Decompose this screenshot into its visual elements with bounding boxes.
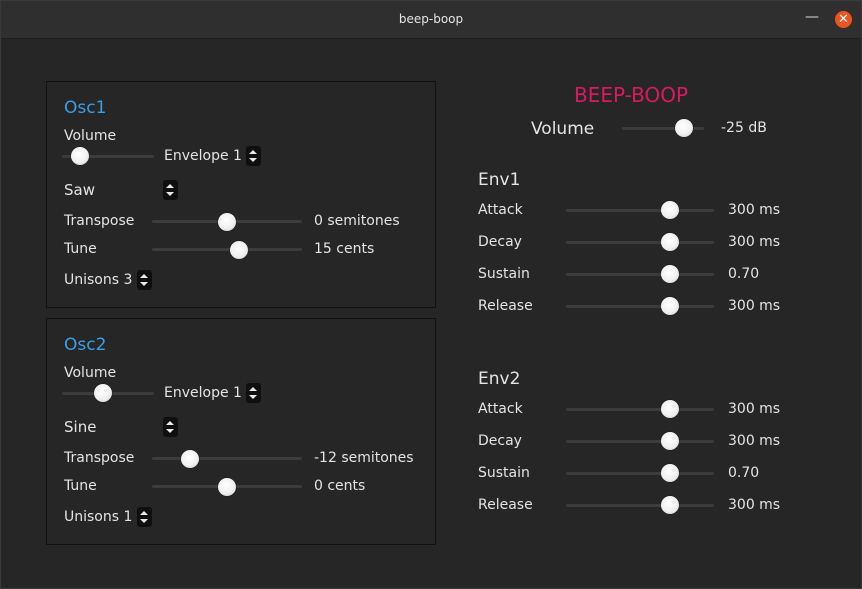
env2-sustain-slider[interactable] bbox=[660, 464, 679, 482]
arrow-up-icon bbox=[140, 511, 148, 515]
osc2-tune-slider[interactable] bbox=[218, 478, 236, 496]
arrow-down-icon bbox=[140, 282, 148, 286]
osc2-tune-label: Tune bbox=[64, 478, 97, 494]
osc1-waveform-spinner[interactable] bbox=[163, 180, 178, 200]
env1-sustain-value: 0.70 bbox=[728, 266, 760, 282]
osc1-volume-slider[interactable] bbox=[71, 147, 90, 165]
master-volume-label: Volume bbox=[531, 119, 595, 139]
env1-sustain-label: Sustain bbox=[478, 266, 530, 282]
osc2-waveform-value: Sine bbox=[64, 418, 97, 436]
window-title: beep-boop bbox=[398, 12, 464, 26]
env2-release-slider[interactable] bbox=[660, 496, 679, 514]
osc1-tune-slider[interactable] bbox=[230, 241, 248, 259]
env2-sustain-value: 0.70 bbox=[728, 465, 760, 481]
arrow-down-icon bbox=[249, 158, 257, 162]
osc1-waveform-value: Saw bbox=[64, 181, 95, 199]
title-bar: beep-boop — ✕ bbox=[1, 1, 861, 39]
env1-sustain-track[interactable] bbox=[566, 273, 714, 276]
env2-release-label: Release bbox=[478, 497, 533, 513]
master-volume-value: -25 dB bbox=[721, 120, 767, 136]
osc1-title: Osc1 bbox=[64, 98, 107, 118]
env2-decay-label: Decay bbox=[478, 433, 522, 449]
env1-release-track[interactable] bbox=[566, 305, 714, 308]
osc2-unisons-value: Unisons 1 bbox=[64, 509, 133, 525]
osc2-unisons-spinner[interactable] bbox=[137, 507, 152, 527]
env1-release-slider[interactable] bbox=[660, 297, 679, 315]
env2-attack-slider[interactable] bbox=[660, 400, 679, 418]
osc1-tune-label: Tune bbox=[64, 241, 97, 257]
osc1-tune-track[interactable] bbox=[152, 248, 302, 251]
env2-attack-track[interactable] bbox=[566, 408, 714, 411]
osc2-transpose-slider[interactable] bbox=[180, 450, 199, 468]
osc2-panel: Osc2 Volume Envelope 1 Sine Transpose -1… bbox=[46, 318, 436, 545]
env2-attack-value: 300 ms bbox=[728, 401, 781, 417]
env1-title: Env1 bbox=[478, 170, 521, 190]
app-window: beep-boop — ✕ Osc1 Volume Envelope 1 Saw… bbox=[0, 0, 862, 589]
osc1-panel: Osc1 Volume Envelope 1 Saw Transpose 0 s… bbox=[46, 81, 436, 308]
arrow-up-icon bbox=[140, 274, 148, 278]
osc1-tune-value: 15 cents bbox=[314, 241, 375, 257]
env2-decay-track[interactable] bbox=[566, 440, 714, 443]
env2-title: Env2 bbox=[478, 369, 521, 389]
osc2-transpose-track[interactable] bbox=[152, 457, 302, 460]
osc1-volume-label: Volume bbox=[64, 128, 117, 144]
env1-attack-slider[interactable] bbox=[660, 201, 679, 219]
arrow-down-icon bbox=[166, 429, 174, 433]
env1-attack-track[interactable] bbox=[566, 209, 714, 212]
osc2-tune-value: 0 cents bbox=[314, 478, 366, 494]
osc2-volume-slider[interactable] bbox=[94, 384, 113, 402]
osc2-waveform-spinner[interactable] bbox=[163, 417, 178, 437]
osc2-envelope-value: Envelope 1 bbox=[164, 385, 242, 401]
env2-decay-value: 300 ms bbox=[728, 433, 781, 449]
app-brand-title: BEEP-BOOP bbox=[574, 83, 689, 107]
osc1-unisons-value: Unisons 3 bbox=[64, 272, 133, 288]
env1-attack-label: Attack bbox=[478, 202, 523, 218]
osc2-volume-label: Volume bbox=[64, 365, 117, 381]
env2-release-value: 300 ms bbox=[728, 497, 781, 513]
arrow-up-icon bbox=[249, 387, 257, 391]
arrow-up-icon bbox=[249, 150, 257, 154]
env1-release-label: Release bbox=[478, 298, 533, 314]
env1-sustain-slider[interactable] bbox=[660, 265, 679, 283]
arrow-up-icon bbox=[166, 421, 174, 425]
osc1-transpose-label: Transpose bbox=[64, 213, 135, 229]
arrow-down-icon bbox=[249, 395, 257, 399]
env1-attack-value: 300 ms bbox=[728, 202, 781, 218]
env1-decay-label: Decay bbox=[478, 234, 522, 250]
env1-decay-track[interactable] bbox=[566, 241, 714, 244]
env1-release-value: 300 ms bbox=[728, 298, 781, 314]
env2-decay-slider[interactable] bbox=[660, 432, 679, 450]
arrow-up-icon bbox=[166, 184, 174, 188]
osc2-title: Osc2 bbox=[64, 335, 107, 355]
osc1-unisons-spinner[interactable] bbox=[137, 270, 152, 290]
osc1-envelope-spinner[interactable] bbox=[246, 146, 261, 166]
env2-sustain-label: Sustain bbox=[478, 465, 530, 481]
env2-attack-label: Attack bbox=[478, 401, 523, 417]
master-volume-slider[interactable] bbox=[674, 119, 693, 137]
env1-decay-slider[interactable] bbox=[660, 233, 679, 251]
osc2-envelope-spinner[interactable] bbox=[246, 383, 261, 403]
osc1-transpose-slider[interactable] bbox=[218, 213, 236, 231]
osc2-transpose-label: Transpose bbox=[64, 450, 135, 466]
osc2-transpose-value: -12 semitones bbox=[314, 450, 414, 466]
minimize-icon[interactable]: — bbox=[805, 10, 819, 26]
close-icon[interactable]: ✕ bbox=[835, 11, 852, 28]
osc1-transpose-value: 0 semitones bbox=[314, 213, 400, 229]
env2-sustain-track[interactable] bbox=[566, 472, 714, 475]
osc1-envelope-value: Envelope 1 bbox=[164, 148, 242, 164]
arrow-down-icon bbox=[166, 192, 174, 196]
arrow-down-icon bbox=[140, 519, 148, 523]
env2-release-track[interactable] bbox=[566, 504, 714, 507]
env1-decay-value: 300 ms bbox=[728, 234, 781, 250]
